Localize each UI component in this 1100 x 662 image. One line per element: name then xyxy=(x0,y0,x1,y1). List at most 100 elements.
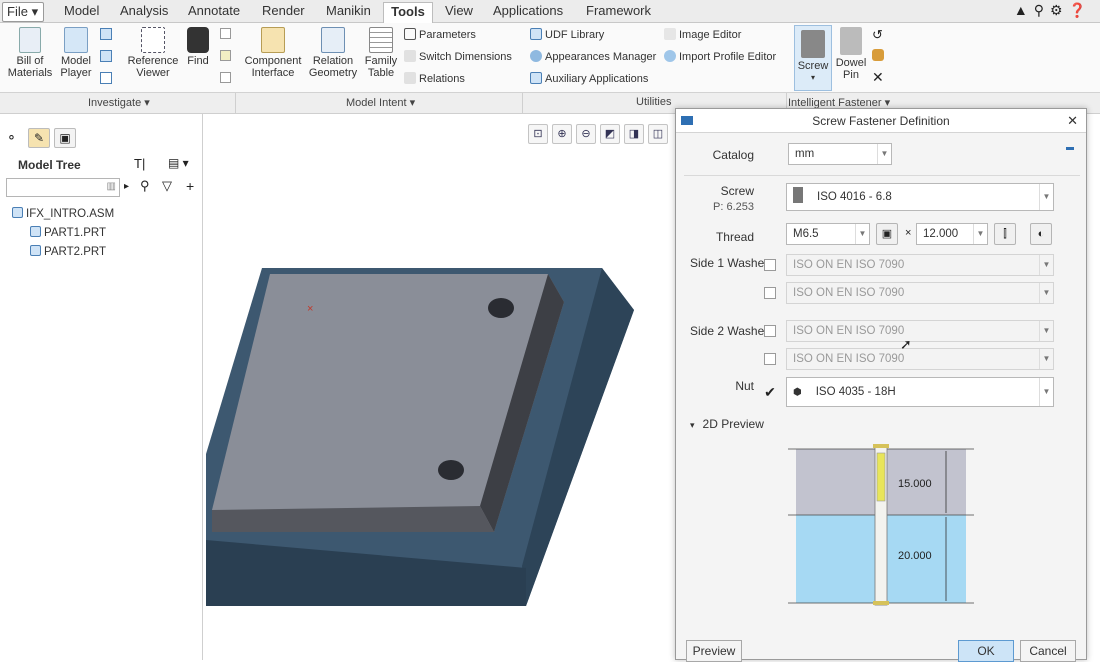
thread-select[interactable]: M6.5 ▼ xyxy=(786,223,870,245)
tree-item-label: IFX_INTRO.ASM xyxy=(26,208,115,220)
udf-library-icon xyxy=(530,28,542,40)
tab-framework[interactable]: Framework xyxy=(582,2,655,22)
search-arrow-icon[interactable]: ▸ xyxy=(124,181,129,192)
search-icon[interactable]: ⚲ xyxy=(1034,2,1044,20)
preview-nut xyxy=(873,601,889,605)
side1-washer2-select[interactable]: ISO ON EN ISO 7090 ▼ xyxy=(786,282,1054,304)
chevron-down-icon: ▼ xyxy=(1039,378,1053,406)
family-table-button[interactable]: Family Table xyxy=(364,27,398,79)
find-button[interactable]: Find xyxy=(184,27,212,67)
filter-field-icon: ▥ xyxy=(106,181,116,192)
udf-library-button[interactable]: UDF Library xyxy=(530,27,604,43)
side2-washer2-checkbox[interactable] xyxy=(764,353,776,365)
settings-icon[interactable]: ▤ ▾ xyxy=(168,156,189,170)
auxiliary-applications-button[interactable]: Auxiliary Applications xyxy=(530,71,648,87)
dowel-pin-button[interactable]: Dowel Pin xyxy=(834,27,868,81)
tree-icon[interactable]: ⚬ xyxy=(6,130,17,146)
parameters-button[interactable]: Parameters xyxy=(404,27,476,43)
tree-item-part2[interactable]: PART2.PRT xyxy=(30,244,106,260)
relation-geometry-button[interactable]: Relation Geometry xyxy=(306,27,360,79)
chevron-down-icon: ▼ xyxy=(1039,349,1053,369)
tab-applications[interactable]: Applications xyxy=(489,2,567,22)
cancel-button[interactable]: Cancel xyxy=(1020,640,1076,662)
tab-model[interactable]: Model xyxy=(60,2,103,22)
component-interface-button[interactable]: Component Interface xyxy=(244,27,302,79)
side1-washer1-select[interactable]: ISO ON EN ISO 7090 ▼ xyxy=(786,254,1054,276)
filter-icon[interactable]: ▽ xyxy=(162,178,172,194)
delete-icon[interactable]: ✕ xyxy=(872,69,884,86)
collapse-icon[interactable] xyxy=(1066,147,1074,150)
small-tool-icon[interactable] xyxy=(100,50,112,62)
zoom-to-fit-icon[interactable]: ⊡ xyxy=(528,124,548,144)
ok-button[interactable]: OK xyxy=(958,640,1014,662)
nut-checkbox[interactable]: ✔ xyxy=(764,385,776,399)
nut-value: ISO 4035 - 18H xyxy=(815,386,896,398)
catalog-select[interactable]: mm ▼ xyxy=(788,143,892,165)
tab-view[interactable]: View xyxy=(441,2,477,22)
tab-tools[interactable]: Tools xyxy=(383,2,433,24)
small-tool-icon[interactable] xyxy=(220,50,231,61)
side2-washer2-select[interactable]: ISO ON EN ISO 7090 ▼ xyxy=(786,348,1054,370)
screw-select[interactable]: ISO 4016 - 6.8 ▼ xyxy=(786,183,1054,211)
model-viewport[interactable]: × xyxy=(204,150,674,610)
find-icon[interactable]: ⚲ xyxy=(140,178,150,194)
image-editor-button[interactable]: Image Editor xyxy=(664,27,741,43)
part-icon xyxy=(30,226,41,237)
ribbon-tab-bar: File ▾ Model Analysis Annotate Render Ma… xyxy=(0,0,1100,24)
side2-washer1-select[interactable]: ISO ON EN ISO 7090 ▼ xyxy=(786,320,1054,342)
tree-search-input[interactable]: ▥ xyxy=(6,178,120,197)
help-icon[interactable]: ❓ xyxy=(1069,2,1086,20)
appearances-manager-label: Appearances Manager xyxy=(545,51,657,63)
close-icon[interactable]: ✕ xyxy=(1067,109,1078,133)
folder-tab[interactable]: ✎ xyxy=(28,128,50,148)
relation-geometry-icon xyxy=(321,27,345,53)
small-tool-icon[interactable] xyxy=(220,72,231,83)
bill-of-materials-button[interactable]: Bill of Materials xyxy=(6,27,54,79)
saved-views-icon[interactable]: ◨ xyxy=(624,124,644,144)
zoom-in-icon[interactable]: ⊕ xyxy=(552,124,572,144)
thread-option-button[interactable]: ▣ xyxy=(876,223,898,245)
nut-select[interactable]: ⬢ ISO 4035 - 18H ▼ xyxy=(786,377,1054,407)
add-icon[interactable]: + xyxy=(186,178,194,194)
import-profile-editor-button[interactable]: Import Profile Editor xyxy=(664,49,776,65)
settings-icon[interactable]: ⚙ xyxy=(1050,2,1063,20)
group-investigate[interactable]: Investigate ▾ xyxy=(88,96,150,109)
tab-annotate[interactable]: Annotate xyxy=(184,2,244,22)
group-model-intent[interactable]: Model Intent ▾ xyxy=(346,96,415,109)
small-tool-icon[interactable] xyxy=(100,72,112,84)
redo-icon[interactable]: ↺ xyxy=(872,27,883,43)
model-player-button[interactable]: Model Player xyxy=(56,27,96,79)
side1-washer1-checkbox[interactable] xyxy=(764,259,776,271)
favorites-tab[interactable]: ▣ xyxy=(54,128,76,148)
arrow-up-icon[interactable]: ▲ xyxy=(1014,2,1028,20)
measure-button[interactable]: ◐ xyxy=(1030,223,1052,245)
brush-icon[interactable] xyxy=(872,49,884,61)
preview-button[interactable]: Preview xyxy=(686,640,742,662)
tab-file-label: File xyxy=(7,4,28,19)
side1-washer2-checkbox[interactable] xyxy=(764,287,776,299)
chevron-down-icon: ▼ xyxy=(973,224,987,244)
length-option-button[interactable]: ⫿ xyxy=(994,223,1016,245)
tree-item-part1[interactable]: PART1.PRT xyxy=(30,225,106,241)
auxiliary-applications-icon xyxy=(530,72,542,84)
small-tool-icon[interactable] xyxy=(100,28,112,40)
display-style-icon[interactable]: ◫ xyxy=(648,124,668,144)
side2-washer1-checkbox[interactable] xyxy=(764,325,776,337)
relations-button[interactable]: Relations xyxy=(404,71,465,87)
preview-section-toggle[interactable]: ▾ 2D Preview xyxy=(690,417,764,431)
tab-manikin[interactable]: Manikin xyxy=(322,2,375,22)
repaint-icon[interactable]: ◩ xyxy=(600,124,620,144)
length-select[interactable]: 12.000 ▼ xyxy=(916,223,988,245)
tab-render[interactable]: Render xyxy=(258,2,309,22)
show-icon[interactable]: T| xyxy=(134,156,145,171)
tab-file[interactable]: File ▾ xyxy=(2,2,44,22)
switch-dimensions-button[interactable]: Switch Dimensions xyxy=(404,49,512,65)
tab-analysis[interactable]: Analysis xyxy=(116,2,172,22)
screw-button[interactable]: Screw ▾ xyxy=(794,25,832,91)
reference-viewer-button[interactable]: Reference Viewer xyxy=(126,27,180,79)
thread-icon: ▣ xyxy=(881,228,893,240)
zoom-out-icon[interactable]: ⊖ xyxy=(576,124,596,144)
appearances-manager-button[interactable]: Appearances Manager xyxy=(530,49,656,65)
small-tool-icon[interactable] xyxy=(220,28,231,39)
tree-item-assembly[interactable]: IFX_INTRO.ASM xyxy=(12,206,114,222)
